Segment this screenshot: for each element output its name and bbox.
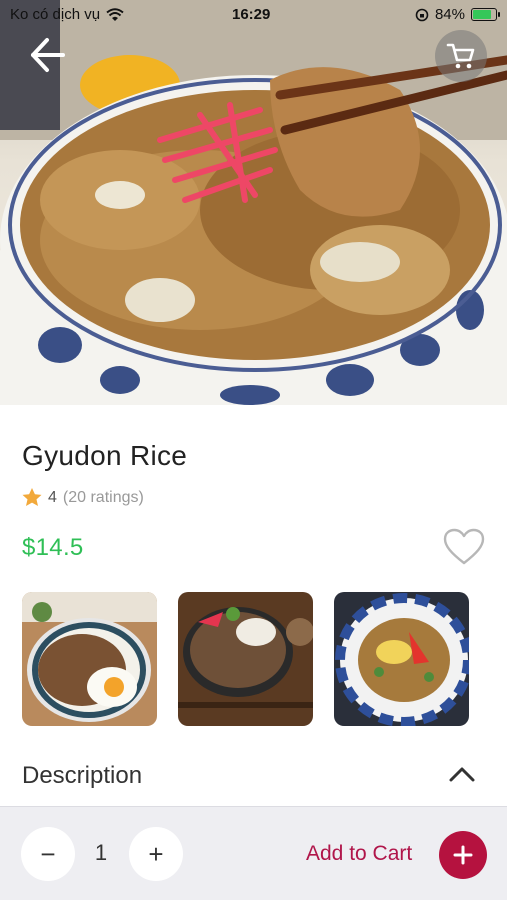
- gyudon-bowl-illustration: [0, 0, 507, 405]
- decrease-quantity-button[interactable]: −: [21, 827, 75, 881]
- status-time: 16:29: [232, 6, 271, 23]
- gallery-thumbnail[interactable]: [334, 592, 469, 726]
- orientation-lock-icon: [415, 8, 429, 21]
- product-price: $14.5: [22, 534, 84, 561]
- favorite-button[interactable]: [443, 528, 485, 566]
- battery-percent: 84%: [434, 6, 465, 23]
- add-to-cart-bar: − 1 + Add to Cart: [0, 806, 507, 900]
- product-rating: 4 (20 ratings): [22, 488, 144, 507]
- gyudon-egg-image: [22, 592, 157, 726]
- cart-button[interactable]: [435, 30, 487, 82]
- quantity-value: 1: [94, 840, 108, 865]
- rating-score: 4: [48, 488, 57, 506]
- minus-icon: −: [40, 838, 56, 869]
- product-hero-image: [0, 0, 507, 405]
- carrier-info: Ko có dịch vụ: [10, 6, 124, 23]
- gallery-thumbnail[interactable]: [178, 592, 313, 726]
- wifi-icon: [106, 7, 124, 21]
- gyudon-ginger-image: [178, 592, 313, 726]
- battery-icon: [471, 8, 500, 21]
- increase-quantity-button[interactable]: +: [129, 827, 183, 881]
- image-gallery: [22, 592, 469, 726]
- star-icon: [22, 488, 42, 506]
- gyudon-blue-bowl-image: [334, 592, 469, 726]
- back-button[interactable]: [22, 30, 72, 80]
- add-to-cart-button[interactable]: [439, 831, 487, 879]
- rating-count: (20 ratings): [62, 488, 144, 506]
- status-bar: Ko có dịch vụ 16:29 84%: [0, 0, 507, 30]
- battery-level: [473, 10, 491, 19]
- status-right: 84%: [415, 6, 500, 23]
- chevron-up-icon[interactable]: [447, 762, 477, 786]
- add-icon: [453, 845, 473, 865]
- heart-icon: [443, 528, 485, 565]
- description-section[interactable]: Description: [0, 740, 507, 800]
- product-name: Gyudon Rice: [22, 440, 188, 471]
- description-label: Description: [22, 762, 143, 789]
- add-to-cart-label[interactable]: Add to Cart: [306, 842, 412, 866]
- plus-icon: +: [148, 838, 164, 869]
- carrier-label: Ko có dịch vụ: [10, 6, 101, 23]
- back-arrow-icon: [31, 38, 65, 72]
- gallery-thumbnail[interactable]: [22, 592, 157, 726]
- cart-icon: [446, 43, 475, 69]
